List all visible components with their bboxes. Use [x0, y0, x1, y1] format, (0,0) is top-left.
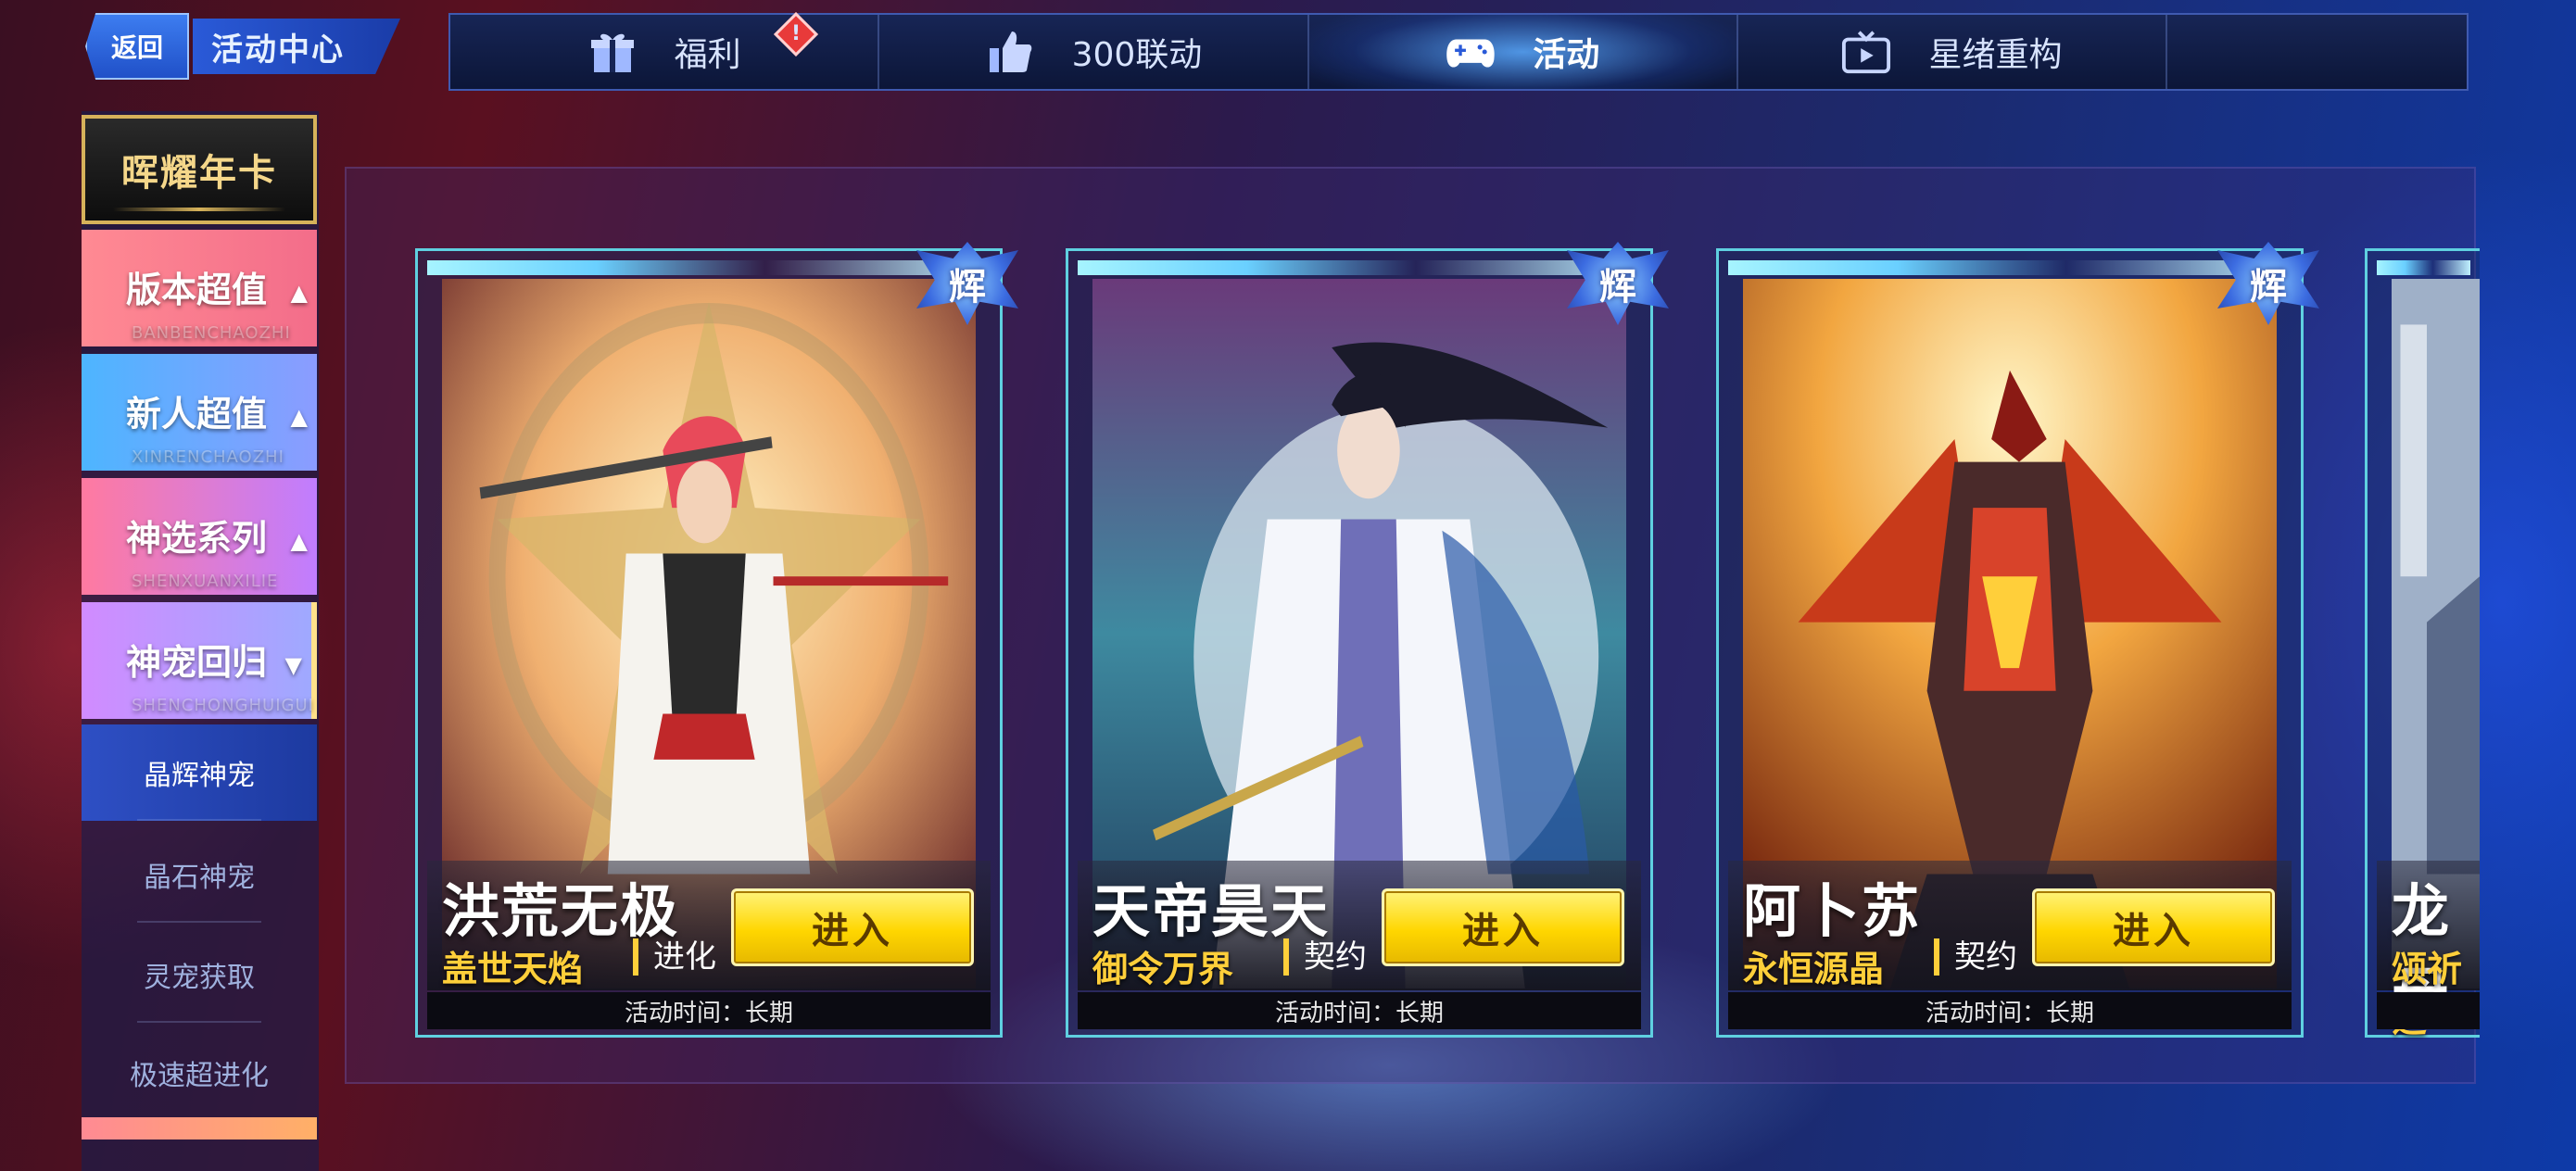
- back-button[interactable]: 返回: [85, 13, 189, 80]
- pet-skill: 盖世天焰: [442, 949, 584, 989]
- tab-events-label: 活动: [1533, 36, 1600, 74]
- enter-button[interactable]: 进入: [1382, 888, 1624, 966]
- tab-collab-label: 300联动: [1071, 36, 1203, 74]
- chevron-down-icon: ▼: [284, 652, 302, 678]
- pet-name: 阿卜苏: [1743, 877, 1922, 945]
- card-info: 天帝昊天 御令万界 契约 进入: [1078, 861, 1641, 990]
- sidebar-subitem-label: 灵宠获取: [144, 962, 255, 994]
- sidebar-subitem-label: 晶辉神宠: [144, 760, 255, 792]
- card-frame-top: [1078, 260, 1641, 275]
- annual-card-button[interactable]: 晖耀年卡: [82, 115, 317, 224]
- sidebar-category-version[interactable]: 版本超值 ▲ BANBENCHAOZHI: [82, 230, 317, 346]
- event-time: 活动时间：长期: [427, 992, 991, 1029]
- event-card-partial[interactable]: 龙母 颂祈之: [2365, 248, 2480, 1040]
- event-card[interactable]: 辉 阿卜苏 永恒源晶 契约 进入 活动时间：长期: [1716, 242, 2319, 1038]
- sidebar-category-label: 神宠回归: [126, 642, 268, 683]
- annual-card-decoration: [113, 208, 285, 211]
- pet-type: 契约: [1934, 938, 2017, 976]
- enter-button[interactable]: 进入: [2032, 888, 2275, 966]
- sidebar-category-label: 新人超值: [126, 394, 268, 434]
- pet-skill: 永恒源晶: [1743, 949, 1885, 989]
- event-time: 活动时间：长期: [1728, 992, 2292, 1029]
- pet-type: 进化: [633, 938, 716, 976]
- pet-type: 契约: [1283, 938, 1367, 976]
- sidebar-subitem-spirit-acquire[interactable]: 灵宠获取: [82, 926, 317, 1023]
- back-button-label: 返回: [110, 32, 163, 63]
- gamepad-icon: [1446, 27, 1496, 77]
- sidebar-category-subtitle: XINRENCHAOZHI: [132, 447, 284, 467]
- sidebar-subitem-crystal-pet[interactable]: 晶辉神宠: [82, 724, 317, 821]
- sidebar-subitem-label: 极速超进化: [130, 1060, 269, 1092]
- card-frame-top: [2377, 260, 2470, 275]
- enter-button[interactable]: 进入: [731, 888, 974, 966]
- tab-collab[interactable]: 300联动: [879, 15, 1309, 89]
- page-title: 活动中心: [193, 19, 400, 74]
- header-bar: 返回 活动中心: [85, 13, 400, 80]
- tab-welfare-label: 福利: [674, 36, 741, 74]
- chevron-up-icon: ▲: [290, 404, 308, 430]
- pet-name: 天帝昊天: [1092, 877, 1331, 945]
- event-card[interactable]: 辉 天帝昊天 御令万界 契约 进入 活动时间：长期: [1066, 242, 1669, 1038]
- tv-icon: [1841, 27, 1891, 77]
- pet-name: 洪荒无极: [442, 877, 680, 945]
- sidebar-category-subtitle: SHENCHONGHUIGUI: [132, 696, 314, 715]
- tab-empty: [2167, 15, 2467, 89]
- gift-icon: [587, 27, 638, 77]
- tab-star-reconstruct[interactable]: 星绪重构: [1738, 15, 2168, 89]
- sidebar-category-label: 神选系列: [126, 518, 268, 559]
- thumbs-up-icon: [985, 27, 1035, 77]
- chevron-up-icon: ▲: [290, 280, 308, 306]
- event-time: [2377, 992, 2480, 1029]
- sidebar-category-chosen[interactable]: 神选系列 ▲ SHENXUANXILIE: [82, 478, 317, 595]
- tab-star-reconstruct-label: 星绪重构: [1928, 36, 2063, 74]
- card-frame-top: [427, 260, 991, 275]
- card-info: 龙母 颂祈之: [2377, 861, 2480, 1040]
- tab-events[interactable]: 活动: [1308, 15, 1738, 89]
- sidebar-category-label: 版本超值: [126, 270, 268, 310]
- annual-card-label: 晖耀年卡: [121, 151, 277, 195]
- card-info: 洪荒无极 盖世天焰 进化 进入: [427, 861, 991, 990]
- sidebar-category-newbie[interactable]: 新人超值 ▲ XINRENCHAOZHI: [82, 354, 317, 471]
- sidebar-category-subtitle: SHENXUANXILIE: [132, 572, 279, 591]
- sidebar-footer-strip: [82, 1117, 317, 1140]
- event-card[interactable]: 辉 洪荒无极 盖世天焰 进化 进入 活动时间：长期: [415, 242, 1018, 1038]
- sidebar: 晖耀年卡 版本超值 ▲ BANBENCHAOZHI 新人超值 ▲ XINRENC…: [82, 111, 319, 1171]
- card-info: 阿卜苏 永恒源晶 契约 进入: [1728, 861, 2292, 990]
- sidebar-subitem-stone-pet[interactable]: 晶石神宠: [82, 826, 317, 923]
- event-time: 活动时间：长期: [1078, 992, 1641, 1029]
- alert-badge: !: [773, 11, 819, 57]
- chevron-up-icon: ▲: [290, 528, 308, 554]
- sidebar-subitem-label: 晶石神宠: [144, 862, 255, 894]
- sidebar-category-pet-return[interactable]: 神宠回归 ▼ SHENCHONGHUIGUI: [82, 602, 317, 719]
- top-nav: 福利 ! 300联动 活动 星绪重构: [448, 11, 2469, 91]
- pet-skill: 御令万界: [1092, 949, 1234, 989]
- sidebar-category-subtitle: BANBENCHAOZHI: [132, 323, 291, 343]
- tab-welfare[interactable]: 福利 !: [450, 11, 880, 89]
- sidebar-subitem-fast-evolve[interactable]: 极速超进化: [82, 1025, 317, 1121]
- card-frame-top: [1728, 260, 2292, 275]
